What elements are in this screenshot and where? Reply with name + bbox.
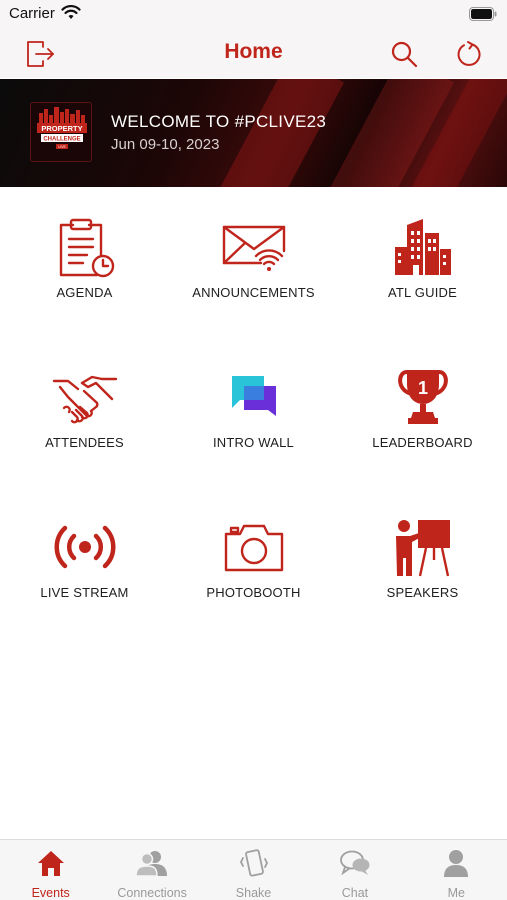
phone-shake-icon [239, 849, 269, 882]
tile-label: ATTENDEES [45, 435, 124, 450]
people-icon [135, 849, 169, 882]
tab-me[interactable]: Me [406, 840, 507, 900]
broadcast-icon [50, 512, 120, 582]
banner-title: WELCOME TO #PCLIVE23 [111, 112, 327, 131]
camera-icon [219, 512, 289, 582]
svg-text:LIVE: LIVE [58, 145, 66, 149]
handshake-icon [50, 362, 120, 432]
tile-intro-wall[interactable]: INTRO WALL [169, 362, 338, 482]
chat-icon [339, 849, 371, 882]
svg-text:CHALLENGE: CHALLENGE [43, 137, 80, 143]
tile-photobooth[interactable]: PHOTOBOOTH [169, 512, 338, 632]
refresh-icon[interactable] [451, 36, 487, 72]
tile-announcements[interactable]: ANNOUNCEMENTS [169, 212, 338, 332]
carrier-label: Carrier [9, 5, 55, 22]
tab-chat[interactable]: Chat [304, 840, 405, 900]
tile-label: ATL GUIDE [388, 285, 457, 300]
tile-live-stream[interactable]: LIVE STREAM [0, 512, 169, 632]
home-icon [36, 849, 66, 882]
tab-connections[interactable]: Connections [101, 840, 202, 900]
tile-atl-guide[interactable]: ATL GUIDE [338, 212, 507, 332]
trophy-icon: 1 [388, 362, 458, 432]
event-banner[interactable]: PROPERTY CHALLENGE LIVE WELCOME TO #PCLI… [0, 79, 507, 187]
svg-text:1: 1 [417, 378, 427, 398]
buildings-icon [388, 212, 458, 282]
tile-leaderboard[interactable]: 1 LEADERBOARD [338, 362, 507, 482]
tile-attendees[interactable]: ATTENDEES [0, 362, 169, 482]
tab-label: Connections [117, 886, 187, 900]
tile-label: INTRO WALL [213, 435, 294, 450]
page-title: Home [224, 40, 283, 63]
person-icon [442, 849, 470, 882]
search-icon[interactable] [386, 36, 422, 72]
status-bar: Carrier [0, 0, 507, 30]
tab-label: Events [31, 886, 70, 900]
tab-label: Me [447, 886, 466, 900]
tab-label: Chat [341, 886, 369, 900]
tile-label: ANNOUNCEMENTS [192, 285, 315, 300]
tab-label: Shake [235, 886, 272, 900]
envelope-wifi-icon [219, 212, 289, 282]
tile-label: PHOTOBOOTH [206, 585, 301, 600]
tile-label: LEADERBOARD [372, 435, 473, 450]
svg-text:PROPERTY: PROPERTY [41, 124, 82, 133]
banner-date: Jun 09-10, 2023 [111, 136, 220, 153]
tile-label: LIVE STREAM [40, 585, 129, 600]
navigation-bar: Home [0, 30, 507, 78]
tab-bar: Events Connections Shake Chat Me [0, 839, 507, 900]
tile-speakers[interactable]: SPEAKERS [338, 512, 507, 632]
tab-events[interactable]: Events [0, 840, 101, 900]
wifi-icon [61, 5, 81, 25]
clipboard-clock-icon [50, 212, 120, 282]
tile-label: AGENDA [56, 285, 113, 300]
tile-agenda[interactable]: AGENDA [0, 212, 169, 332]
battery-icon [469, 7, 497, 26]
tile-label: SPEAKERS [386, 585, 459, 600]
tab-shake[interactable]: Shake [203, 840, 304, 900]
presenter-icon [388, 512, 458, 582]
event-logo: PROPERTY CHALLENGE LIVE [30, 102, 92, 162]
chat-bubbles-icon [219, 362, 289, 432]
